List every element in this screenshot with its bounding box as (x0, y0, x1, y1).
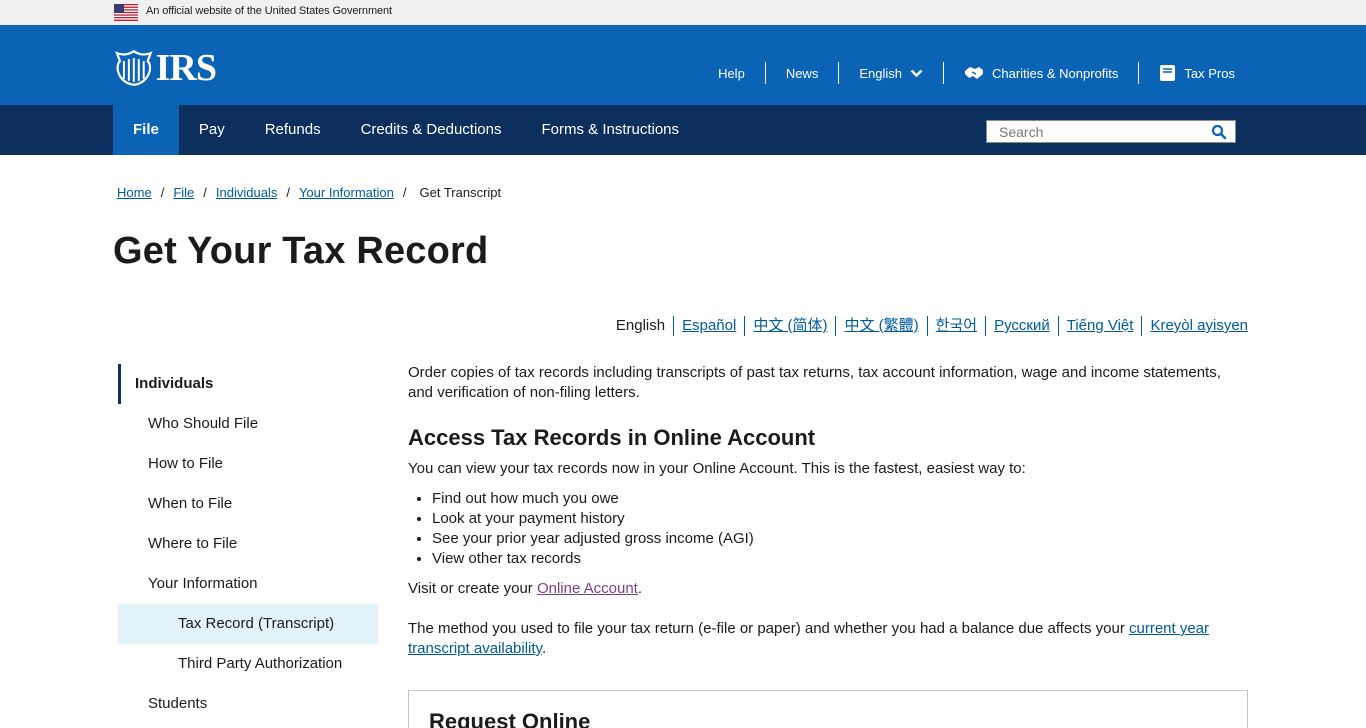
online-account-link[interactable]: Online Account (537, 580, 638, 597)
tax-pros-link[interactable]: Tax Pros (1138, 62, 1235, 84)
nav-item-refunds[interactable]: Refunds (245, 105, 341, 155)
sidebar-item-students[interactable]: Students (118, 684, 378, 724)
benefits-list: Find out how much you owe Look at your p… (432, 489, 1248, 569)
sidebar-item-who-should-file[interactable]: Who Should File (118, 404, 378, 444)
language-link-korean[interactable]: 한국어 (936, 317, 977, 334)
site-header: IRS Help News English Charities & Nonpro… (0, 25, 1366, 105)
sidebar-item-your-information[interactable]: Your Information (118, 564, 378, 604)
language-bar: English Español 中文 (简体) 中文 (繁體) 한국어 Русс… (608, 315, 1248, 337)
section-heading: Access Tax Records in Online Account (408, 425, 816, 450)
breadcrumb: Home / File / Individuals / Your Informa… (117, 185, 501, 200)
visit-suffix: . (637, 580, 643, 597)
language-link-vietnamese[interactable]: Tiếng Việt (1067, 317, 1134, 334)
search-icon[interactable] (1211, 124, 1227, 140)
list-item: Find out how much you owe (432, 489, 1248, 509)
intro-paragraph: Order copies of tax records including tr… (408, 364, 1221, 401)
irs-eagle-icon (115, 49, 153, 86)
method-paragraph: The method you used to file your tax ret… (408, 619, 1248, 659)
handshake-icon (964, 67, 983, 79)
language-label: English (859, 65, 902, 81)
language-dropdown[interactable]: English (838, 62, 943, 84)
breadcrumb-current: Get Transcript (419, 185, 502, 200)
sidebar-item-third-party-authorization[interactable]: Third Party Authorization (118, 644, 378, 684)
sidebar-item-where-to-file[interactable]: Where to File (118, 524, 378, 564)
language-link-chinese-traditional[interactable]: 中文 (繁體) (844, 317, 918, 334)
nav-item-forms-instructions[interactable]: Forms & Instructions (521, 105, 699, 155)
sidebar-nav: Individuals Who Should File How to File … (118, 364, 378, 724)
help-label: Help (718, 65, 745, 81)
nav-item-file[interactable]: File (113, 105, 179, 155)
gov-banner-text: An official website of the United States… (146, 5, 392, 17)
language-link-haitian-creole[interactable]: Kreyòl ayisyen (1150, 317, 1248, 334)
news-link[interactable]: News (764, 62, 839, 84)
irs-logo[interactable]: IRS (114, 47, 217, 89)
chevron-down-icon (910, 69, 923, 77)
search-box (986, 120, 1236, 143)
book-icon (1160, 65, 1176, 81)
visit-paragraph: Visit or create your Online Account. (408, 579, 1248, 599)
list-item: Look at your payment history (432, 509, 1248, 529)
search-input[interactable] (987, 121, 1197, 142)
breadcrumb-individuals[interactable]: Individuals (216, 185, 277, 200)
charities-link[interactable]: Charities & Nonprofits (942, 62, 1138, 84)
sidebar-item-when-to-file[interactable]: When to File (118, 484, 378, 524)
language-current: English (615, 317, 666, 334)
list-item: See your prior year adjusted gross incom… (432, 529, 1248, 549)
breadcrumb-separator: / (402, 185, 407, 200)
help-link[interactable]: Help (718, 62, 765, 84)
method-text: The method you used to file your tax ret… (408, 620, 1129, 637)
list-item: View other tax records (432, 549, 1248, 569)
request-online-card: Request Online (408, 690, 1248, 728)
breadcrumb-separator: / (203, 185, 207, 200)
us-flag-icon (114, 4, 138, 21)
breadcrumb-your-information[interactable]: Your Information (299, 185, 394, 200)
nav-item-pay[interactable]: Pay (179, 105, 245, 155)
tax-pros-label: Tax Pros (1184, 65, 1235, 81)
sidebar-item-how-to-file[interactable]: How to File (118, 444, 378, 484)
nav-item-credits-deductions[interactable]: Credits & Deductions (341, 105, 522, 155)
news-label: News (785, 65, 819, 81)
breadcrumb-home[interactable]: Home (117, 185, 152, 200)
sidebar-heading-individuals[interactable]: Individuals (118, 364, 378, 404)
request-online-heading: Request Online (429, 709, 591, 728)
language-link-chinese-simplified[interactable]: 中文 (简体) (753, 317, 827, 334)
breadcrumb-separator: / (286, 185, 290, 200)
sidebar-item-tax-record[interactable]: Tax Record (Transcript) (118, 604, 378, 644)
main-nav: File Pay Refunds Credits & Deductions Fo… (0, 105, 1366, 155)
language-link-russian[interactable]: Русский (994, 317, 1050, 334)
logo-text: IRS (155, 47, 217, 89)
gov-banner: An official website of the United States… (0, 0, 1366, 25)
language-link-spanish[interactable]: Español (682, 317, 736, 334)
visit-prefix: Visit or create your (408, 580, 537, 597)
utility-nav: Help News English Charities & Nonprofits… (718, 62, 1235, 84)
section-lead: You can view your tax records now in you… (408, 460, 1026, 477)
page-title: Get Your Tax Record (113, 230, 489, 272)
main-content: Order copies of tax records including tr… (408, 363, 1248, 659)
breadcrumb-file[interactable]: File (173, 185, 194, 200)
main-nav-items: File Pay Refunds Credits & Deductions Fo… (113, 105, 699, 155)
charities-label: Charities & Nonprofits (991, 65, 1119, 81)
breadcrumb-separator: / (160, 185, 165, 200)
method-suffix: . (541, 640, 547, 657)
